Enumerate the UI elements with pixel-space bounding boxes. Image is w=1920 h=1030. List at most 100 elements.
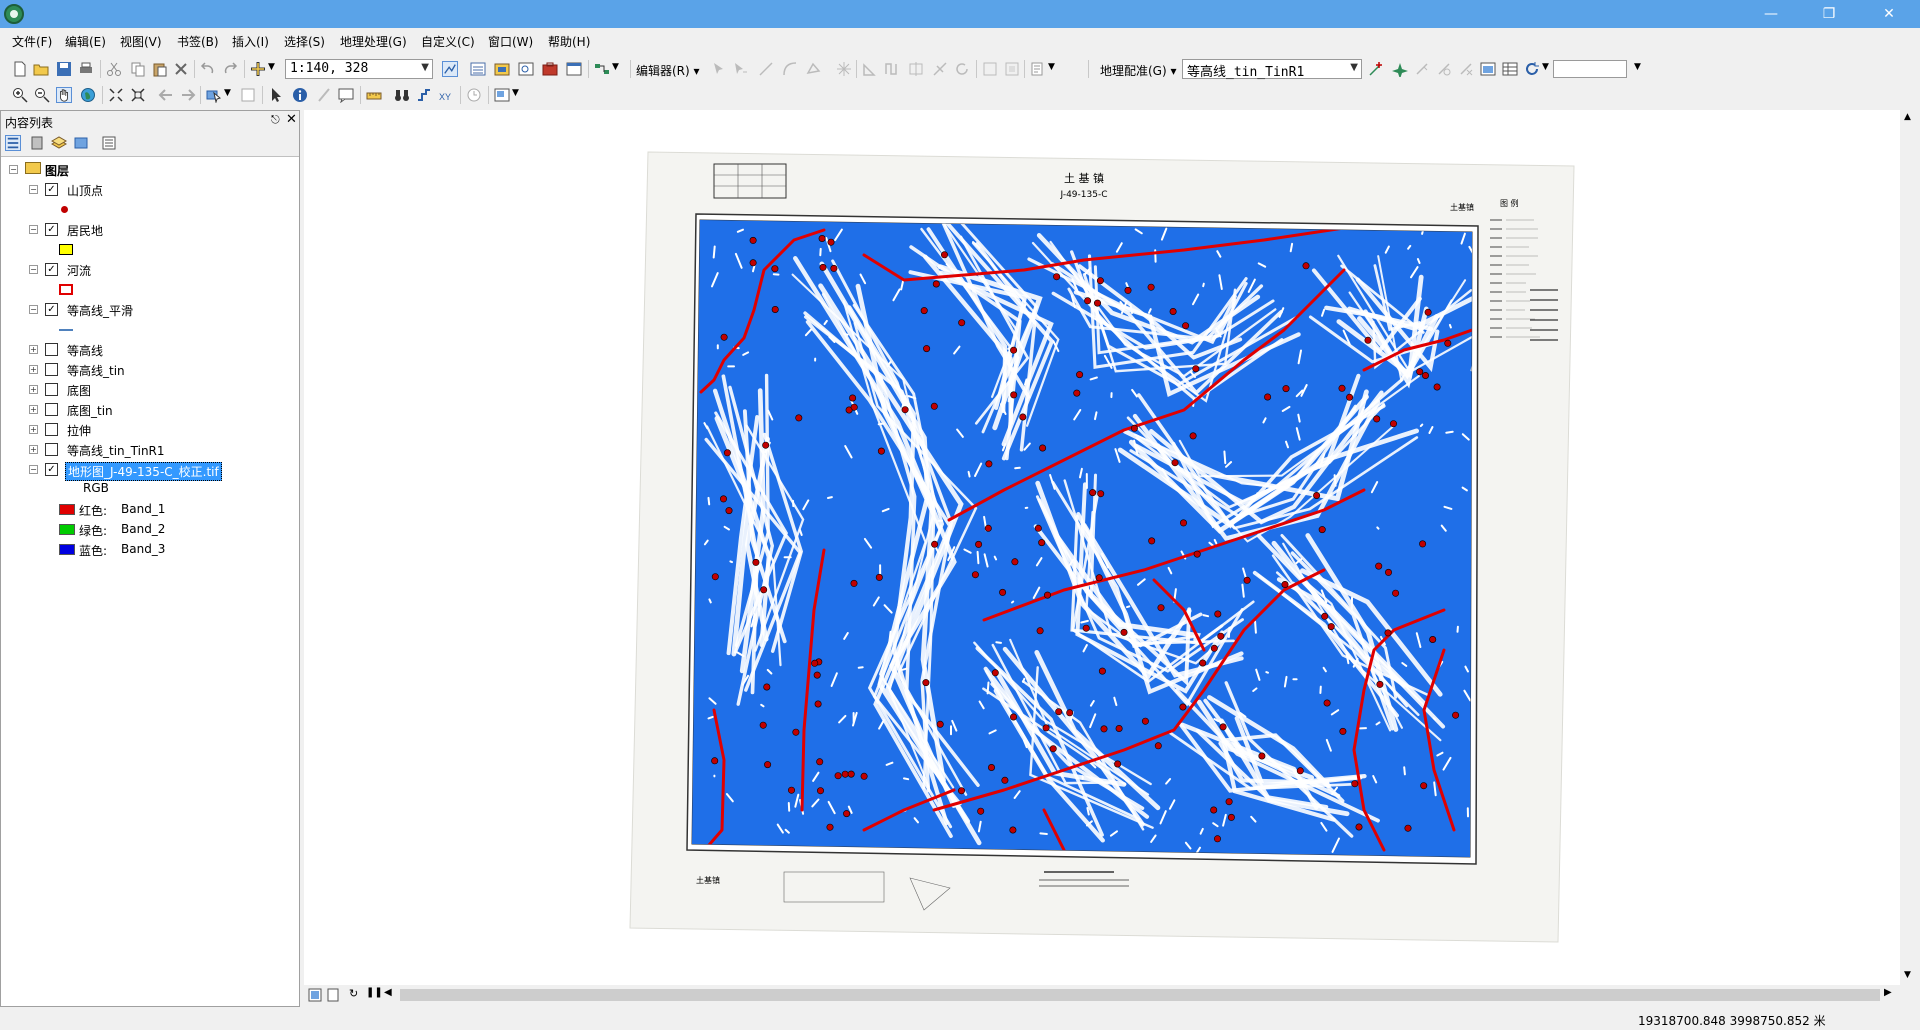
georeference-overflow-icon[interactable]: ▼ bbox=[1634, 62, 1641, 72]
georeferencing-menu[interactable]: 地理配准(G) ▾ bbox=[1100, 62, 1177, 79]
menu-file[interactable]: 文件(F) bbox=[12, 33, 52, 50]
scroll-up-icon[interactable]: ▲ bbox=[1904, 112, 1911, 122]
layout-view-icon[interactable] bbox=[308, 988, 322, 1002]
construction-tools-icon[interactable] bbox=[806, 61, 822, 77]
toc-layer-row[interactable]: + 等高线_tin bbox=[29, 361, 289, 379]
paste-icon[interactable] bbox=[152, 61, 168, 77]
rotate-dropdown-icon[interactable]: ▼ bbox=[1542, 62, 1549, 72]
collapse-icon[interactable]: − bbox=[29, 465, 38, 474]
model-builder-icon[interactable] bbox=[594, 61, 610, 77]
fixed-zoom-out-icon[interactable] bbox=[130, 87, 146, 103]
menu-insert[interactable]: 插入(I) bbox=[232, 33, 269, 50]
expand-icon[interactable]: + bbox=[29, 445, 38, 454]
layer-visibility-checkbox[interactable] bbox=[45, 443, 58, 456]
delete-link-icon[interactable] bbox=[1458, 61, 1474, 77]
menu-geoprocessing[interactable]: 地理处理(G) bbox=[340, 33, 407, 50]
menu-view[interactable]: 视图(V) bbox=[120, 33, 162, 50]
layer-name[interactable]: 等高线_平滑 bbox=[65, 302, 135, 319]
add-control-points-icon[interactable] bbox=[1368, 61, 1384, 77]
find-route-icon[interactable] bbox=[416, 87, 432, 103]
select-elements-arrow-icon[interactable] bbox=[268, 87, 284, 103]
list-by-source-icon[interactable] bbox=[29, 135, 45, 151]
create-viewer-window-icon[interactable] bbox=[494, 87, 510, 103]
toc-layer-row[interactable]: − ✓ 地形图_J-49-135-C_校正.tif bbox=[29, 461, 289, 481]
toc-options-icon[interactable] bbox=[101, 135, 117, 151]
map-canvas[interactable]: 土 基 镇 J-49-135-C 土基镇 图 例 土基镇 bbox=[304, 110, 1900, 985]
sketch-properties-icon[interactable] bbox=[1004, 61, 1020, 77]
copy-icon[interactable] bbox=[130, 61, 146, 77]
expand-icon[interactable]: + bbox=[29, 345, 38, 354]
rotate-tool-icon[interactable] bbox=[954, 61, 970, 77]
delete-icon[interactable] bbox=[173, 61, 189, 77]
model-builder-dropdown-icon[interactable]: ▼ bbox=[612, 62, 619, 72]
horizontal-scroll-thumb[interactable] bbox=[400, 989, 1880, 1001]
toc-layer-row[interactable]: + 等高线_tin_TinR1 bbox=[29, 441, 289, 459]
reshape-feature-icon[interactable] bbox=[884, 61, 900, 77]
measure-icon[interactable] bbox=[366, 87, 382, 103]
layer-name[interactable]: 底图_tin bbox=[65, 402, 115, 419]
layer-visibility-checkbox[interactable] bbox=[45, 383, 58, 396]
layer-name[interactable]: 山顶点 bbox=[65, 182, 105, 199]
zoom-to-selected-link-icon[interactable] bbox=[1436, 61, 1452, 77]
layer-visibility-checkbox[interactable]: ✓ bbox=[45, 183, 58, 196]
time-slider-icon[interactable] bbox=[466, 87, 482, 103]
endpoint-arc-icon[interactable] bbox=[782, 61, 798, 77]
straight-segment-icon[interactable] bbox=[758, 61, 774, 77]
open-folder-icon[interactable] bbox=[33, 61, 49, 77]
expand-icon[interactable]: + bbox=[29, 405, 38, 414]
scroll-down-icon[interactable]: ▼ bbox=[1904, 970, 1911, 980]
editor-menu[interactable]: 编辑器(R) ▾ bbox=[636, 62, 700, 79]
list-by-drawing-order-icon[interactable] bbox=[5, 135, 21, 151]
menu-customize[interactable]: 自定义(C) bbox=[421, 33, 475, 50]
arctoolbox-icon[interactable] bbox=[542, 61, 558, 77]
expand-icon[interactable]: + bbox=[29, 425, 38, 434]
split-tool-icon[interactable] bbox=[932, 61, 948, 77]
viewer-icon[interactable] bbox=[1480, 61, 1496, 77]
menu-edit[interactable]: 编辑(E) bbox=[65, 33, 106, 50]
toc-layer-row[interactable]: − ✓ 居民地 bbox=[29, 221, 289, 239]
toc-layer-row[interactable]: − ✓ 等高线_平滑 bbox=[29, 301, 289, 319]
pause-drawing-icon[interactable]: ❚❚ bbox=[366, 987, 383, 998]
save-icon[interactable] bbox=[56, 61, 72, 77]
toc-layer-row[interactable]: + 等高线 bbox=[29, 341, 289, 359]
go-forward-icon[interactable] bbox=[180, 87, 196, 103]
menu-select[interactable]: 选择(S) bbox=[284, 33, 325, 50]
cut-icon[interactable] bbox=[106, 61, 122, 77]
expand-icon[interactable]: + bbox=[29, 365, 38, 374]
point-tool-icon[interactable] bbox=[836, 61, 852, 77]
expand-icon[interactable]: + bbox=[29, 385, 38, 394]
fixed-zoom-in-icon[interactable] bbox=[108, 87, 124, 103]
menu-bookmarks[interactable]: 书签(B) bbox=[177, 33, 219, 50]
clear-selection-icon[interactable] bbox=[240, 87, 256, 103]
html-popup-icon[interactable] bbox=[338, 87, 354, 103]
minimize-button[interactable]: — bbox=[1748, 0, 1794, 28]
toc-layer-row[interactable]: − ✓ 山顶点 bbox=[29, 181, 289, 199]
collapse-icon[interactable]: − bbox=[29, 305, 38, 314]
identify-icon[interactable] bbox=[292, 87, 308, 103]
table-of-contents-icon[interactable] bbox=[470, 61, 486, 77]
restore-button[interactable]: ❐ bbox=[1806, 0, 1852, 28]
full-extent-globe-icon[interactable] bbox=[80, 87, 96, 103]
add-data-icon[interactable] bbox=[250, 61, 266, 77]
pin-icon[interactable]: ⎋ bbox=[271, 113, 280, 127]
layer-visibility-checkbox[interactable]: ✓ bbox=[45, 223, 58, 236]
collapse-icon[interactable]: − bbox=[29, 185, 38, 194]
layer-visibility-checkbox[interactable] bbox=[45, 403, 58, 416]
map-scale-combo[interactable]: 1:140, 328 ▼ bbox=[285, 59, 433, 79]
catalog-icon[interactable] bbox=[494, 61, 510, 77]
toc-layer-row[interactable]: − ✓ 河流 bbox=[29, 261, 289, 279]
georeference-input[interactable] bbox=[1553, 60, 1627, 78]
undo-icon[interactable] bbox=[200, 61, 216, 77]
horizontal-scrollbar[interactable]: ↻ ❚❚ ◀ ▶ bbox=[304, 985, 1918, 1005]
data-view-icon[interactable] bbox=[326, 988, 340, 1002]
menu-help[interactable]: 帮助(H) bbox=[548, 33, 590, 50]
python-window-icon[interactable] bbox=[566, 61, 582, 77]
toc-layer-row[interactable]: + 底图_tin bbox=[29, 401, 289, 419]
scroll-right-icon[interactable]: ▶ bbox=[1884, 987, 1892, 998]
scroll-left-icon[interactable]: ◀ bbox=[384, 987, 392, 998]
editor-toolbar-toggle-icon[interactable] bbox=[442, 61, 458, 77]
go-back-icon[interactable] bbox=[158, 87, 174, 103]
editor-overflow-icon[interactable]: ▼ bbox=[1048, 62, 1055, 72]
toc-layer-row[interactable]: + 拉伸 bbox=[29, 421, 289, 439]
layer-visibility-checkbox[interactable] bbox=[45, 423, 58, 436]
